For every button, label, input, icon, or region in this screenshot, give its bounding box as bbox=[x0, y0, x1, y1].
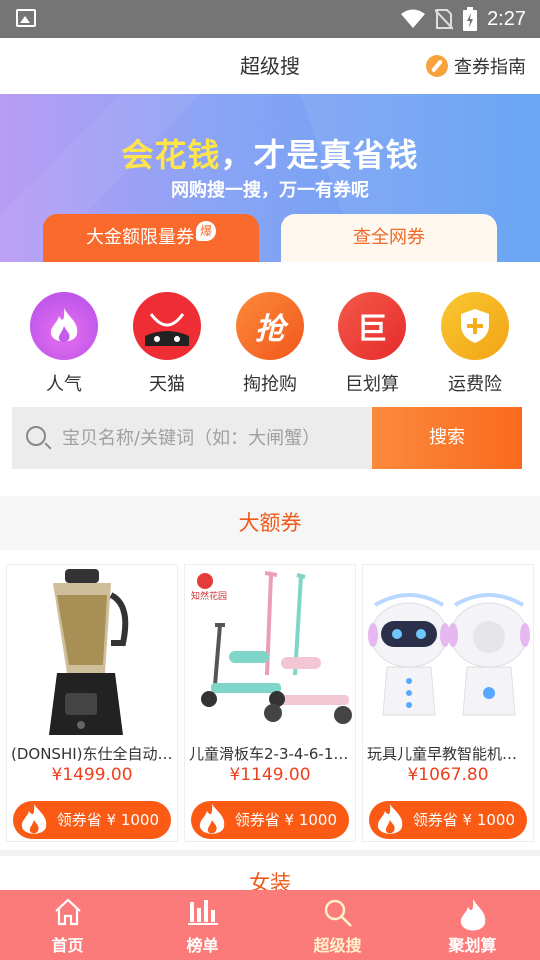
coupon-label: 领券省 ¥ 1000 bbox=[234, 811, 337, 829]
kids-scooter-image: 知然花园 bbox=[185, 565, 355, 741]
search-icon bbox=[324, 899, 352, 927]
flame-icon bbox=[199, 804, 225, 834]
nav-label: 聚划算 bbox=[448, 936, 497, 955]
product-price: ¥1067.80 bbox=[407, 765, 489, 785]
no-sim-icon bbox=[435, 9, 454, 30]
tmall-icon bbox=[133, 292, 201, 360]
flame-icon bbox=[21, 804, 47, 834]
tab-all-coupons[interactable]: 查全网券 bbox=[281, 214, 497, 262]
search-button[interactable]: 搜索 bbox=[372, 407, 522, 469]
coupon-label: 领券省 ¥ 1000 bbox=[412, 811, 515, 829]
coupon-button[interactable]: 领券省 ¥ 1000 bbox=[369, 801, 527, 839]
product-card[interactable]: 玩具儿童早教智能机器人 ¥1067.80 领券省 ¥ 1000 bbox=[362, 564, 534, 842]
coupon-button[interactable]: 领券省 ¥ 1000 bbox=[191, 801, 349, 839]
nav-label: 超级搜 bbox=[313, 936, 362, 955]
search-bar: 搜索 bbox=[12, 407, 522, 469]
battery-charging-icon bbox=[463, 7, 478, 31]
category-flash-sale[interactable]: 抢 掏抢购 bbox=[225, 292, 315, 396]
qiang-glyph: 抢 bbox=[255, 312, 285, 347]
category-label: 天猫 bbox=[149, 374, 185, 395]
shield-plus-icon bbox=[441, 292, 509, 360]
nav-home[interactable]: 首页 bbox=[0, 890, 135, 960]
qiang-icon: 抢 bbox=[236, 292, 304, 360]
bar-chart-icon bbox=[187, 900, 218, 925]
blender-image bbox=[7, 565, 177, 741]
section-title-big-coupons: 大额券 bbox=[0, 496, 540, 550]
ju-glyph: 巨 bbox=[357, 312, 387, 347]
category-shipping-insurance[interactable]: 运费险 bbox=[430, 292, 520, 396]
coupon-guide-label: 查券指南 bbox=[454, 57, 526, 78]
product-card[interactable]: (DONSHI)东仕全自动破壁料理机 ¥1499.00 领券省 ¥ 1000 bbox=[6, 564, 178, 842]
flame-icon bbox=[460, 899, 485, 931]
status-icons: 2:27 bbox=[401, 6, 526, 32]
nav-super-search[interactable]: 超级搜 bbox=[270, 890, 405, 960]
tab-big-coupon[interactable]: 大金额限量券爆 bbox=[43, 214, 259, 262]
coupon-guide-button[interactable]: 查券指南 bbox=[426, 52, 526, 80]
home-icon bbox=[54, 898, 81, 926]
status-bar: 2:27 bbox=[0, 0, 540, 38]
banner-subtitle: 网购搜一搜，万一有券呢 bbox=[171, 180, 369, 201]
image-notification-icon bbox=[16, 9, 36, 27]
category-label: 运费险 bbox=[448, 374, 502, 395]
flame-icon bbox=[377, 804, 403, 834]
slogan-rest: ，才是真省钱 bbox=[220, 136, 419, 174]
tab-big-coupon-label: 大金额限量券 bbox=[86, 227, 194, 248]
robot-toy-image bbox=[363, 565, 533, 741]
product-name: (DONSHI)东仕全自动破壁料理机 bbox=[11, 745, 175, 763]
wifi-icon bbox=[401, 9, 426, 28]
ju-icon: 巨 bbox=[338, 292, 406, 360]
hot-badge: 爆 bbox=[196, 221, 216, 241]
category-label: 人气 bbox=[46, 374, 82, 395]
coupon-button[interactable]: 领券省 ¥ 1000 bbox=[13, 801, 171, 839]
product-name: 儿童滑板车2-3-4-6-12岁 bbox=[189, 745, 353, 763]
brand-text: 知然花园 bbox=[191, 592, 228, 602]
product-price: ¥1149.00 bbox=[229, 765, 311, 785]
slogan-highlight: 会花钱 bbox=[121, 136, 221, 174]
nav-ranking[interactable]: 榜单 bbox=[135, 890, 270, 960]
top-bar: 超级搜 查券指南 bbox=[0, 38, 540, 94]
category-popular[interactable]: 人气 bbox=[19, 292, 109, 396]
search-input[interactable] bbox=[62, 407, 372, 469]
category-label: 巨划算 bbox=[345, 374, 399, 395]
product-grid: (DONSHI)东仕全自动破壁料理机 ¥1499.00 领券省 ¥ 1000 知… bbox=[0, 550, 540, 850]
product-price: ¥1499.00 bbox=[51, 765, 133, 785]
bottom-nav: 首页 榜单 超级搜 聚划算 bbox=[0, 890, 540, 960]
product-name: 玩具儿童早教智能机器人 bbox=[367, 745, 531, 763]
coupon-label: 领券省 ¥ 1000 bbox=[56, 811, 159, 829]
category-label: 掏抢购 bbox=[243, 374, 297, 395]
category-tmall[interactable]: 天猫 bbox=[122, 292, 212, 396]
category-ju-huasuan[interactable]: 巨 巨划算 bbox=[327, 292, 417, 396]
flame-icon bbox=[30, 292, 98, 360]
clock: 2:27 bbox=[487, 7, 526, 30]
product-card[interactable]: 知然花园 儿童滑板车2-3-4-6-12岁 ¥1149.00 领券省 ¥ 100… bbox=[184, 564, 356, 842]
compass-icon bbox=[426, 55, 448, 77]
category-panel: 人气 天猫 抢 掏抢购 巨 巨划算 运费险 搜索 bbox=[0, 262, 540, 496]
banner-slogan: 会花钱，才是真省钱 bbox=[0, 130, 540, 176]
nav-label: 首页 bbox=[51, 936, 84, 955]
tab-all-coupons-label: 查全网券 bbox=[353, 227, 425, 248]
search-icon bbox=[26, 426, 46, 446]
nav-label: 榜单 bbox=[186, 936, 219, 955]
nav-ju-huasuan[interactable]: 聚划算 bbox=[405, 890, 540, 960]
